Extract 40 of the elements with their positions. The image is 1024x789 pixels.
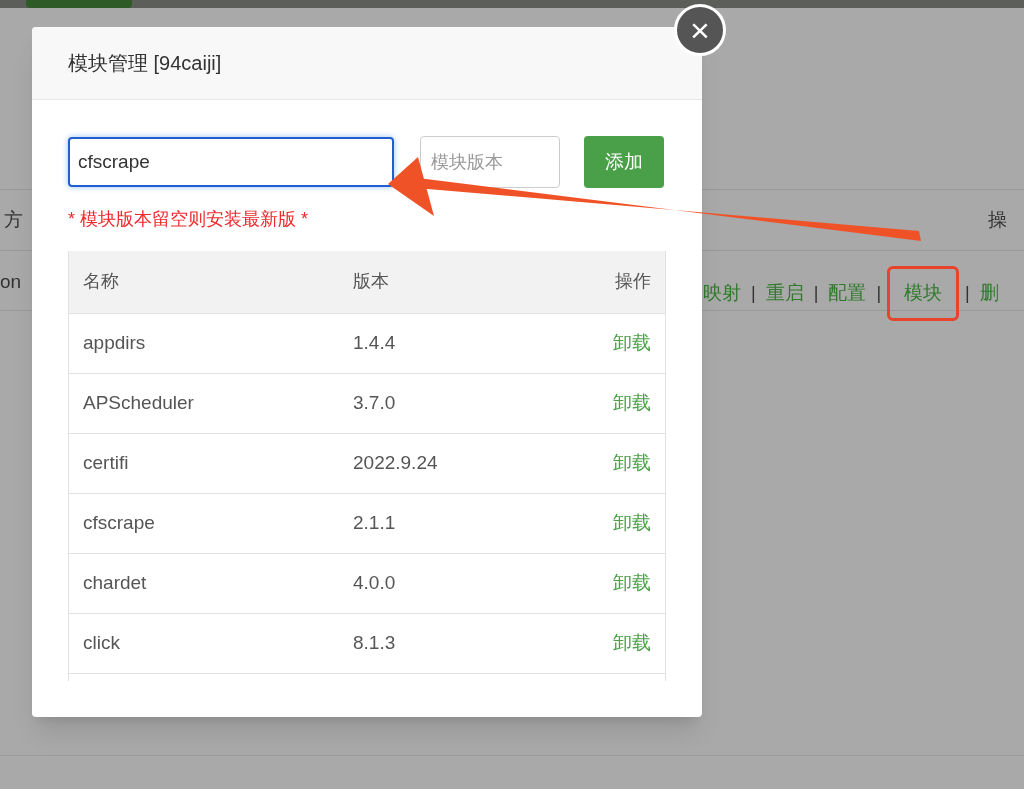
module-name-field[interactable]: cfscrape [68, 137, 394, 187]
module-version-field[interactable]: 模块版本 [420, 136, 560, 188]
uninstall-link[interactable]: 卸载 [613, 391, 651, 413]
action-link[interactable]: 映射 [703, 279, 741, 308]
table-cell-text: on [0, 270, 22, 294]
module-name: certifi [83, 451, 129, 473]
action-link[interactable]: 删 [979, 279, 999, 308]
column-header: 方 [4, 208, 23, 232]
dialog-title: 模块管理 [94caiji] [68, 51, 222, 76]
module-version: 4.0.0 [353, 571, 396, 593]
separator: | [813, 281, 819, 305]
module-version: 1.4.4 [353, 331, 396, 353]
close-button[interactable]: × [674, 4, 726, 56]
module-name: chardet [83, 571, 147, 593]
separator: | [751, 281, 756, 305]
separator: | [876, 281, 882, 305]
action-link[interactable]: 重启 [765, 279, 804, 308]
module-version: 3.7.0 [353, 391, 396, 413]
uninstall-link[interactable]: 卸载 [613, 451, 651, 473]
column-header: 操 [988, 208, 1007, 232]
action-link[interactable]: 配置 [828, 279, 867, 308]
header-button[interactable] [26, 0, 132, 8]
add-button[interactable]: 添加 [584, 136, 664, 188]
uninstall-link[interactable]: 卸载 [613, 331, 651, 353]
column-header: 操作 [615, 271, 651, 292]
module-version: 8.1.3 [353, 631, 396, 653]
uninstall-link[interactable]: 卸载 [613, 571, 651, 593]
hint-text: * 模块版本留空则安装最新版 * [68, 208, 309, 231]
module-version: 2022.9.24 [353, 451, 438, 473]
separator: | [965, 281, 970, 305]
column-header: 名称 [83, 271, 119, 292]
module-version: 2.1.1 [353, 511, 396, 533]
module-name: cfscrape [83, 511, 155, 533]
module-name: appdirs [83, 331, 146, 353]
module-name: click [83, 631, 120, 653]
uninstall-link[interactable]: 卸载 [613, 631, 651, 653]
uninstall-link[interactable]: 卸载 [613, 511, 651, 533]
module-name: APScheduler [83, 391, 194, 413]
column-header: 版本 [353, 271, 389, 292]
action-link[interactable]: 模块 [887, 266, 960, 321]
